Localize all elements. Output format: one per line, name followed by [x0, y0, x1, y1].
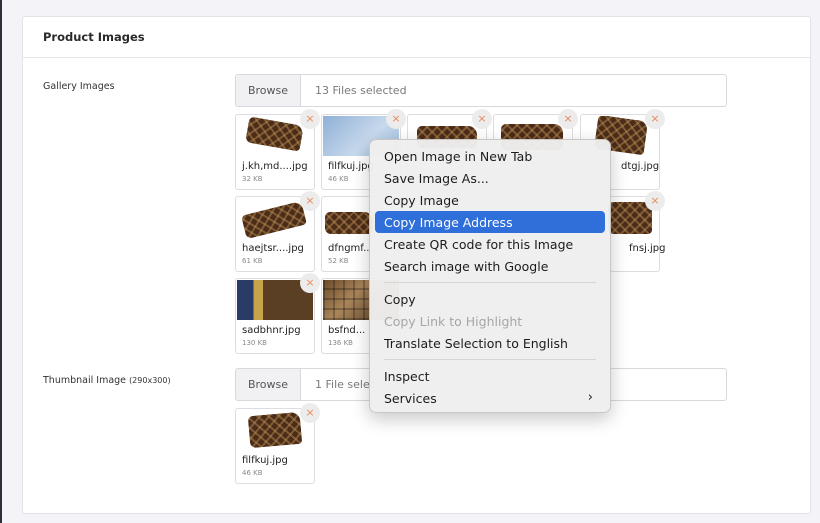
thumb-filesize: 46 KB: [242, 469, 263, 477]
menu-item-copy[interactable]: Copy: [375, 288, 605, 310]
gallery-file-count: 13 Files selected: [315, 84, 407, 97]
menu-item-copy-link-to-highlight: Copy Link to Highlight: [384, 313, 523, 329]
menu-item-services[interactable]: Services ›: [375, 387, 605, 409]
menu-item-save-image-as[interactable]: Save Image As...: [375, 167, 605, 189]
remove-icon[interactable]: ×: [300, 109, 320, 129]
thumbnail-file-count: 1 File selec: [315, 378, 376, 391]
menu-item-copy-image-address[interactable]: Copy Image Address: [375, 211, 605, 233]
remove-icon[interactable]: ×: [558, 109, 578, 129]
thumb-filesize: 52 KB: [328, 257, 349, 265]
menu-separator: [384, 282, 596, 283]
chevron-right-icon: ›: [587, 390, 593, 405]
remove-icon[interactable]: ×: [300, 403, 320, 423]
thumb-filesize: 136 KB: [328, 339, 353, 347]
thumbnail-thumb: filfkuj.jpg 46 KB ×: [235, 403, 320, 484]
menu-item-open-image-new-tab[interactable]: Open Image in New Tab: [375, 145, 605, 167]
menu-item-services-label: Services: [384, 390, 437, 406]
remove-icon[interactable]: ×: [472, 109, 492, 129]
gallery-thumb: haejtsr....jpg 61 KB ×: [235, 191, 320, 272]
thumb-filename: sadbhnr.jpg: [242, 325, 301, 336]
thumb-filename: filfkuj.jpg: [242, 455, 288, 466]
gallery-browse-button[interactable]: Browse: [236, 75, 301, 106]
thumbnail-image-label: Thumbnail Image (290x300): [43, 375, 171, 386]
gallery-thumb: sadbhnr.jpg 130 KB ×: [235, 273, 320, 354]
thumb-filename: filfkuj.jpg: [328, 161, 374, 172]
menu-item-create-qr-code[interactable]: Create QR code for this Image: [375, 233, 605, 255]
thumb-filesize: 130 KB: [242, 339, 267, 347]
gallery-thumb: j.kh,md....jpg 32 KB ×: [235, 109, 320, 190]
thumb-filesize: 32 KB: [242, 175, 263, 183]
thumbnail-label-text: Thumbnail Image: [43, 375, 127, 386]
gallery-images-label: Gallery Images: [43, 81, 115, 92]
thumbnail-browse-button[interactable]: Browse: [236, 369, 301, 400]
remove-icon[interactable]: ×: [300, 191, 320, 211]
menu-item-inspect[interactable]: Inspect: [375, 365, 605, 387]
context-menu: Open Image in New Tab Save Image As... C…: [369, 139, 611, 413]
card-title: Product Images: [23, 17, 810, 58]
gallery-file-input[interactable]: Browse 13 Files selected: [235, 74, 727, 107]
remove-icon[interactable]: ×: [386, 109, 406, 129]
remove-icon[interactable]: ×: [645, 109, 665, 129]
menu-separator: [384, 359, 596, 360]
thumb-filename: fnsj.jpg: [629, 243, 666, 254]
menu-item-copy-image[interactable]: Copy Image: [375, 189, 605, 211]
thumb-filename: haejtsr....jpg: [242, 243, 304, 254]
thumb-filename: dfngmf...: [328, 243, 373, 254]
remove-icon[interactable]: ×: [300, 273, 320, 293]
thumb-filename: bsfnd...: [328, 325, 366, 336]
menu-item-search-image-google[interactable]: Search image with Google: [375, 255, 605, 277]
thumb-filesize: 61 KB: [242, 257, 263, 265]
thumb-filename: j.kh,md....jpg: [242, 161, 308, 172]
thumb-filename: dtgj.jpg: [621, 161, 660, 172]
window-edge: [0, 0, 2, 523]
thumb-filesize: 46 KB: [328, 175, 349, 183]
menu-item-translate-selection[interactable]: Translate Selection to English: [375, 332, 605, 354]
remove-icon[interactable]: ×: [645, 191, 665, 211]
thumbnail-label-dims: (290x300): [129, 376, 171, 385]
